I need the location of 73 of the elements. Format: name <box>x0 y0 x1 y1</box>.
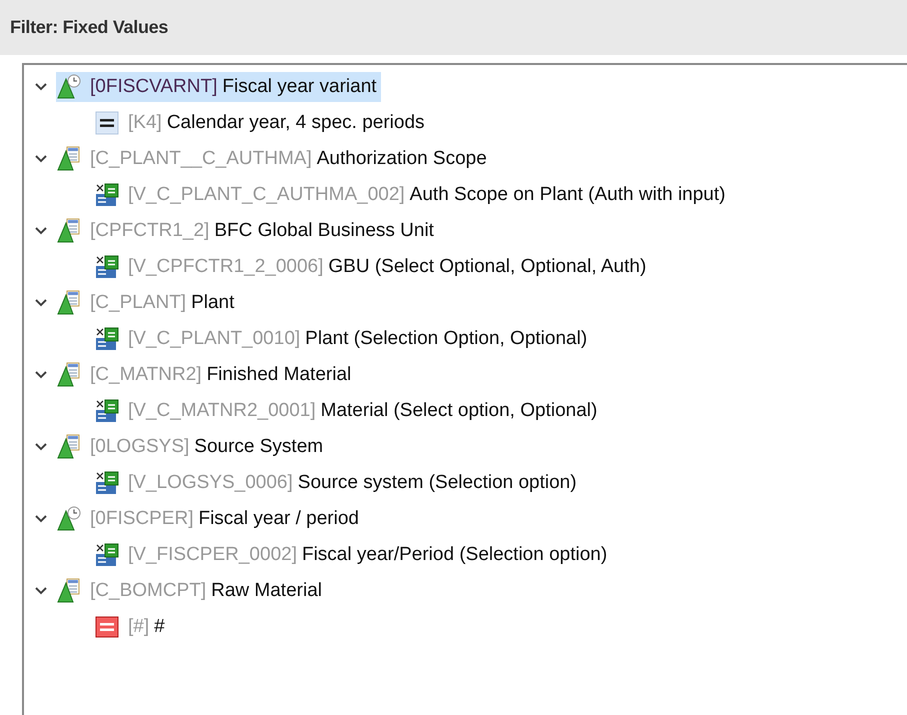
triangle-table-icon <box>56 290 82 316</box>
tree-item[interactable]: [V_CPFCTR1_2_0006] GBU (Select Optional, Optional, Auth) <box>94 252 650 282</box>
triangle-clock-icon <box>56 74 82 100</box>
node-label: Plant (Selection Option, Optional) <box>305 328 588 350</box>
node-label: Fiscal year variant <box>222 76 377 98</box>
variable-icon <box>94 542 120 568</box>
node-key: [C_PLANT__C_AUTHMA] <box>90 148 312 170</box>
tree-item[interactable]: [V_C_PLANT_0010] Plant (Selection Option, Optional) <box>94 324 592 354</box>
chevron-icon[interactable] <box>34 82 48 92</box>
equals-icon <box>94 614 120 640</box>
node-label: Fiscal year / period <box>198 508 359 530</box>
node-key: [V_C_PLANT_C_AUTHMA_002] <box>128 184 405 206</box>
node-label: Calendar year, 4 spec. periods <box>166 112 425 134</box>
triangle-table-icon <box>56 218 82 244</box>
tree-item[interactable]: [0FISCPER] Fiscal year / period <box>56 504 363 534</box>
tree-item[interactable]: [C_MATNR2] Finished Material <box>56 360 356 390</box>
node-key: [CPFCTR1_2] <box>90 220 210 242</box>
node-key: [#] <box>128 616 150 638</box>
tree-item[interactable]: [0LOGSYS] Source System <box>56 432 328 462</box>
tree-item[interactable]: [CPFCTR1_2] BFC Global Business Unit <box>56 216 438 246</box>
chevron-icon[interactable] <box>34 370 48 380</box>
node-label: Plant <box>191 292 234 314</box>
variable-icon <box>94 254 120 280</box>
node-key: [K4] <box>128 112 162 134</box>
variable-icon <box>94 182 120 208</box>
node-label: GBU (Select Optional, Optional, Auth) <box>328 256 646 278</box>
node-label: Raw Material <box>211 580 322 602</box>
triangle-table-icon <box>56 146 82 172</box>
triangle-clock-icon <box>56 506 82 532</box>
node-key: [V_FISCPER_0002] <box>128 544 297 566</box>
tree-item[interactable]: [V_FISCPER_0002] Fiscal year/Period (Selection option) <box>94 540 612 570</box>
tree-item[interactable]: [0FISCVARNT] Fiscal year variant <box>56 72 381 102</box>
node-key: [C_MATNR2] <box>90 364 202 386</box>
node-key: [V_LOGSYS_0006] <box>128 472 293 494</box>
node-key: [0LOGSYS] <box>90 436 190 458</box>
node-key: [V_CPFCTR1_2_0006] <box>128 256 324 278</box>
chevron-icon[interactable] <box>34 226 48 236</box>
chevron-icon[interactable] <box>34 154 48 164</box>
tree-item[interactable]: [#] # <box>94 612 169 642</box>
tree-item[interactable]: [V_C_MATNR2_0001] Material (Select option, Optional) <box>94 396 602 426</box>
node-label: Material (Select option, Optional) <box>320 400 598 422</box>
node-label: # <box>154 616 165 638</box>
variable-icon <box>94 470 120 496</box>
node-label: BFC Global Business Unit <box>214 220 434 242</box>
node-label: Auth Scope on Plant (Auth with input) <box>410 184 726 206</box>
node-key: [C_BOMCPT] <box>90 580 206 602</box>
triangle-table-icon <box>56 434 82 460</box>
equals-icon <box>94 110 120 136</box>
tree-item[interactable]: [C_PLANT] Plant <box>56 288 238 318</box>
node-label: Finished Material <box>206 364 352 386</box>
node-label: Fiscal year/Period (Selection option) <box>302 544 608 566</box>
node-key: [V_C_PLANT_0010] <box>128 328 300 350</box>
variable-icon <box>94 326 120 352</box>
node-key: [0FISCPER] <box>90 508 194 530</box>
node-label: Authorization Scope <box>316 148 487 170</box>
chevron-icon[interactable] <box>34 442 48 452</box>
tree-item[interactable]: [V_C_PLANT_C_AUTHMA_002] Auth Scope on Plant (Auth with input) <box>94 180 730 210</box>
node-label: Source system (Selection option) <box>298 472 577 494</box>
node-key: [0FISCVARNT] <box>90 76 218 98</box>
tree-item[interactable]: [K4] Calendar year, 4 spec. periods <box>94 108 429 138</box>
tree-item[interactable]: [V_LOGSYS_0006] Source system (Selection option) <box>94 468 581 498</box>
chevron-icon[interactable] <box>34 586 48 596</box>
tree-item[interactable]: [C_BOMCPT] Raw Material <box>56 576 326 606</box>
triangle-table-icon <box>56 362 82 388</box>
chevron-icon[interactable] <box>34 514 48 524</box>
node-key: [C_PLANT] <box>90 292 186 314</box>
triangle-table-icon <box>56 578 82 604</box>
chevron-icon[interactable] <box>34 298 48 308</box>
node-label: Source System <box>194 436 324 458</box>
node-key: [V_C_MATNR2_0001] <box>128 400 316 422</box>
variable-icon <box>94 398 120 424</box>
panel-title: Filter: Fixed Values <box>10 17 168 38</box>
tree-item[interactable]: [C_PLANT__C_AUTHMA] Authorization Scope <box>56 144 491 174</box>
